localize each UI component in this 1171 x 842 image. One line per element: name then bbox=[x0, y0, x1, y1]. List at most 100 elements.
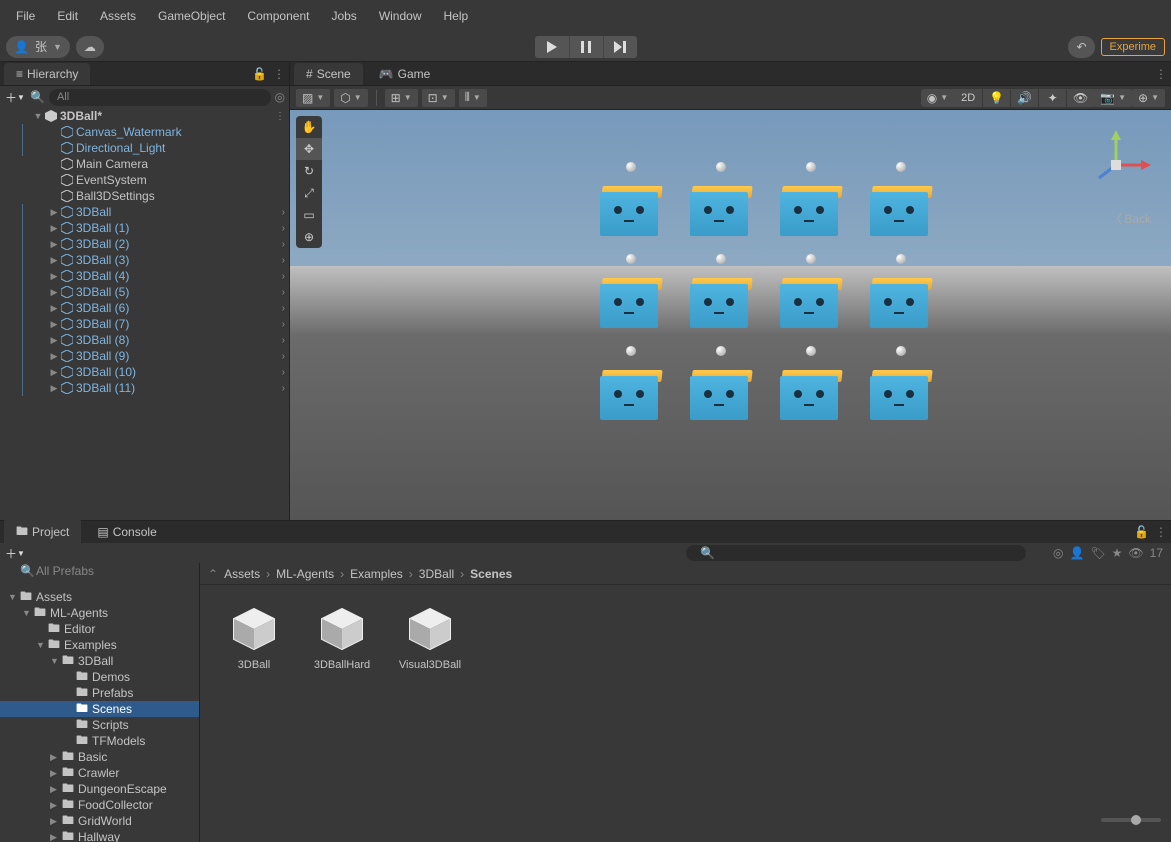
scene-object[interactable] bbox=[780, 364, 842, 420]
menu-edit[interactable]: Edit bbox=[47, 5, 88, 27]
tab-menu-icon[interactable]: ⋮ bbox=[273, 67, 285, 81]
hierarchy-item[interactable]: ▶3DBall (11)› bbox=[0, 380, 289, 396]
menu-assets[interactable]: Assets bbox=[90, 5, 146, 27]
scene-object[interactable] bbox=[690, 272, 752, 328]
render-mode-dropdown[interactable]: ⬡▼ bbox=[334, 89, 367, 107]
expand-arrow-icon[interactable]: ▶ bbox=[48, 255, 60, 266]
hierarchy-item[interactable]: Directional_Light bbox=[0, 140, 289, 156]
grid-dropdown[interactable]: ⊞▼ bbox=[385, 89, 418, 107]
hierarchy-tab[interactable]: ≡ Hierarchy bbox=[4, 63, 90, 85]
menu-gameobject[interactable]: GameObject bbox=[148, 5, 235, 27]
expand-arrow-icon[interactable]: ▶ bbox=[50, 816, 62, 827]
tab-menu-icon[interactable]: ⋮ bbox=[1155, 67, 1167, 81]
game-tab[interactable]: 🎮 Game bbox=[367, 63, 443, 85]
cloud-button[interactable]: ☁ bbox=[76, 36, 104, 58]
expand-arrow-icon[interactable]: ▶ bbox=[48, 351, 60, 362]
expand-arrow-icon[interactable]: ▶ bbox=[48, 207, 60, 218]
chevron-right-icon[interactable]: › bbox=[282, 383, 285, 394]
project-tree-item[interactable]: 🖿Demos bbox=[0, 669, 199, 685]
asset-size-slider[interactable] bbox=[1101, 818, 1161, 822]
project-tree-item[interactable]: 🖿Editor bbox=[0, 621, 199, 637]
expand-arrow-icon[interactable]: ▶ bbox=[48, 319, 60, 330]
account-dropdown[interactable]: 👤 张 ▼ bbox=[6, 36, 70, 58]
scene-object[interactable] bbox=[780, 272, 842, 328]
hierarchy-item[interactable]: ▶3DBall (6)› bbox=[0, 300, 289, 316]
expand-arrow-icon[interactable]: ▶ bbox=[50, 832, 62, 842]
lock-icon[interactable]: 🔓 bbox=[252, 67, 267, 81]
filter-tag-icon[interactable]: 🏷 bbox=[1090, 546, 1105, 560]
crumb-mlagents[interactable]: ML-Agents bbox=[276, 567, 334, 581]
project-tree-item[interactable]: ▶🖿DungeonEscape bbox=[0, 781, 199, 797]
project-tree-item[interactable]: ▼🖿Examples bbox=[0, 637, 199, 653]
hierarchy-item[interactable]: ▶3DBall› bbox=[0, 204, 289, 220]
crumb-examples[interactable]: Examples bbox=[350, 567, 403, 581]
scene-tab[interactable]: # Scene bbox=[294, 63, 363, 85]
expand-arrow-icon[interactable]: ▶ bbox=[48, 383, 60, 394]
hidden-toggle[interactable]: 👁 bbox=[1066, 89, 1094, 107]
chevron-right-icon[interactable]: › bbox=[282, 287, 285, 298]
project-tree-item[interactable]: ▶🖿Basic bbox=[0, 749, 199, 765]
hierarchy-root[interactable]: ▼ 3DBall* ⋮ bbox=[0, 108, 289, 124]
project-tree-item[interactable]: ▶🖿FoodCollector bbox=[0, 797, 199, 813]
expand-arrow-icon[interactable]: ▼ bbox=[22, 608, 34, 618]
hierarchy-item[interactable]: EventSystem bbox=[0, 172, 289, 188]
asset-item[interactable]: Visual3DBall bbox=[396, 605, 464, 671]
chevron-right-icon[interactable]: › bbox=[282, 207, 285, 218]
draw-mode-dropdown[interactable]: ▨▼ bbox=[296, 89, 330, 107]
hierarchy-item[interactable]: ▶3DBall (10)› bbox=[0, 364, 289, 380]
rect-tool[interactable]: ▭ bbox=[296, 204, 322, 226]
project-tree-item[interactable]: 🖿TFModels bbox=[0, 733, 199, 749]
project-tree-item[interactable]: ▶🖿Crawler bbox=[0, 765, 199, 781]
chevron-right-icon[interactable]: › bbox=[282, 367, 285, 378]
project-tree-item[interactable]: ▼🖿Assets bbox=[0, 589, 199, 605]
chevron-right-icon[interactable]: › bbox=[282, 239, 285, 250]
expand-arrow-icon[interactable]: ▶ bbox=[48, 367, 60, 378]
hierarchy-item[interactable]: Main Camera bbox=[0, 156, 289, 172]
crumb-scenes[interactable]: Scenes bbox=[470, 567, 512, 581]
orientation-gizmo[interactable] bbox=[1081, 130, 1151, 200]
expand-arrow-icon[interactable]: ▶ bbox=[50, 800, 62, 811]
gizmos-dropdown[interactable]: ⊕▼ bbox=[1132, 89, 1165, 107]
chevron-right-icon[interactable]: › bbox=[282, 351, 285, 362]
scale-tool[interactable]: ⤢ bbox=[296, 182, 322, 204]
chevron-right-icon[interactable]: › bbox=[282, 271, 285, 282]
2d-toggle[interactable]: 2D bbox=[954, 89, 982, 107]
menu-file[interactable]: File bbox=[6, 5, 45, 27]
scene-object[interactable] bbox=[870, 180, 932, 236]
console-tab[interactable]: ▤ Console bbox=[85, 521, 168, 543]
move-tool[interactable]: ✥ bbox=[296, 138, 322, 160]
hierarchy-item[interactable]: ▶3DBall (7)› bbox=[0, 316, 289, 332]
search-mode-icon[interactable]: ◎ bbox=[275, 90, 285, 104]
back-button[interactable]: 〈 Back bbox=[1110, 210, 1151, 227]
scene-object[interactable] bbox=[780, 180, 842, 236]
hierarchy-search-input[interactable] bbox=[49, 89, 271, 106]
step-button[interactable] bbox=[603, 36, 637, 58]
lock-icon[interactable]: 🔓 bbox=[1134, 525, 1149, 539]
breadcrumb-up-icon[interactable]: ⌃ bbox=[208, 567, 218, 581]
project-search-input[interactable] bbox=[686, 545, 1026, 561]
scene-object[interactable] bbox=[690, 180, 752, 236]
rotate-tool[interactable]: ↻ bbox=[296, 160, 322, 182]
camera-settings-dropdown[interactable]: 📷▼ bbox=[1094, 89, 1132, 107]
hierarchy-item[interactable]: Canvas_Watermark bbox=[0, 124, 289, 140]
project-tree-item[interactable]: 🖿Prefabs bbox=[0, 685, 199, 701]
filter-label-icon[interactable]: 👤 bbox=[1069, 546, 1084, 560]
hierarchy-item[interactable]: ▶3DBall (5)› bbox=[0, 284, 289, 300]
project-create-button[interactable]: ＋▼ bbox=[4, 544, 26, 562]
expand-arrow-icon[interactable]: ▼ bbox=[32, 111, 44, 121]
light-toggle[interactable]: 💡 bbox=[982, 89, 1010, 107]
expand-arrow-icon[interactable]: ▼ bbox=[36, 640, 48, 650]
expand-arrow-icon[interactable]: ▶ bbox=[48, 239, 60, 250]
chevron-right-icon[interactable]: › bbox=[282, 303, 285, 314]
project-tree-item[interactable]: 🖿Scenes bbox=[0, 701, 199, 717]
project-tree-item[interactable]: 🖿Scripts bbox=[0, 717, 199, 733]
chevron-right-icon[interactable]: › bbox=[282, 255, 285, 266]
crumb-assets[interactable]: Assets bbox=[224, 567, 260, 581]
chevron-right-icon[interactable]: › bbox=[282, 335, 285, 346]
hierarchy-item[interactable]: ▶3DBall (3)› bbox=[0, 252, 289, 268]
expand-arrow-icon[interactable]: ▶ bbox=[50, 784, 62, 795]
hierarchy-item[interactable]: Ball3DSettings bbox=[0, 188, 289, 204]
hidden-layers-icon[interactable]: 👁 bbox=[1128, 546, 1143, 560]
project-tree-item[interactable]: ▼🖿3DBall bbox=[0, 653, 199, 669]
asset-item[interactable]: 3DBall bbox=[220, 605, 288, 671]
